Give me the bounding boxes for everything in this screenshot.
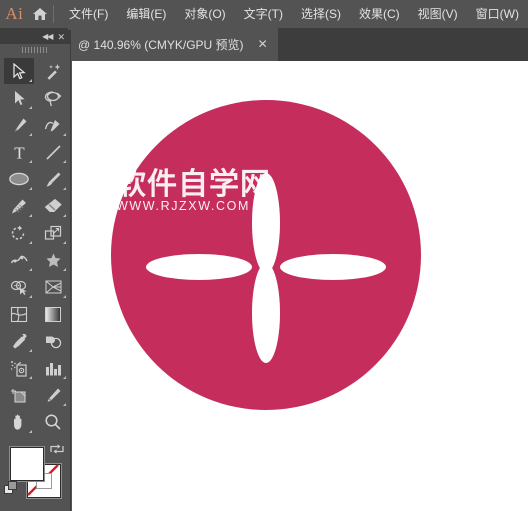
menu-edit[interactable]: 编辑(E)	[117, 0, 175, 28]
default-fill-stroke-icon[interactable]	[4, 481, 18, 495]
tool-expand-corner-icon[interactable]	[63, 403, 66, 406]
tool-expand-corner-icon[interactable]	[29, 295, 32, 298]
paintbrush-tool[interactable]	[38, 166, 68, 192]
rotate-tool[interactable]	[4, 220, 34, 246]
scale-tool[interactable]	[38, 220, 68, 246]
eyedropper-tool[interactable]	[4, 328, 34, 354]
tool-expand-corner-icon[interactable]	[29, 430, 32, 433]
tool-expand-corner-icon[interactable]	[63, 187, 66, 190]
tool-expand-corner-icon[interactable]	[29, 187, 32, 190]
home-icon[interactable]	[29, 0, 52, 28]
ai-logo: Ai	[5, 4, 24, 23]
shaper-tool[interactable]	[4, 193, 34, 219]
menu-bar: Ai 文件(F) 编辑(E) 对象(O) 文字(T) 选择(S) 效果(C) 视…	[0, 0, 528, 28]
document-tab-bar: @ 140.96% (CMYK/GPU 预览) ✕	[0, 28, 528, 61]
type-tool[interactable]: T	[4, 139, 34, 165]
selection-tool[interactable]	[4, 58, 34, 84]
tools-panel-header: ◀◀ ✕	[0, 30, 70, 44]
close-icon[interactable]: ✕	[244, 28, 278, 61]
tool-expand-corner-icon[interactable]	[29, 133, 32, 136]
menu-divider	[53, 5, 54, 23]
magic-wand-tool[interactable]	[38, 58, 68, 84]
width-tool[interactable]	[4, 247, 34, 273]
flower-logo-artwork[interactable]: 软件自学网 WWW.RJZXW.COM	[111, 100, 421, 410]
menu-window[interactable]: 窗口(W)	[467, 0, 528, 28]
tool-expand-corner-icon[interactable]	[63, 241, 66, 244]
column-graph-tool[interactable]	[38, 355, 68, 381]
zoom-tool[interactable]	[38, 409, 68, 435]
document-tab[interactable]: @ 140.96% (CMYK/GPU 预览) ✕	[68, 28, 278, 61]
tools-panel-grip[interactable]	[0, 44, 70, 56]
canvas-artboard[interactable]: 软件自学网 WWW.RJZXW.COM	[72, 61, 528, 511]
menu-effect[interactable]: 效果(C)	[350, 0, 409, 28]
perspective-grid-tool[interactable]	[38, 274, 68, 300]
grip-lines-icon	[22, 47, 48, 53]
mesh-tool[interactable]	[4, 301, 34, 327]
tool-expand-corner-icon[interactable]	[29, 349, 32, 352]
artboard-tool[interactable]	[4, 382, 34, 408]
blend-tool[interactable]	[38, 328, 68, 354]
tool-expand-corner-icon[interactable]	[63, 295, 66, 298]
menu-type[interactable]: 文字(T)	[235, 0, 292, 28]
swap-fill-stroke-icon[interactable]	[50, 443, 64, 455]
menu-items: 文件(F) 编辑(E) 对象(O) 文字(T) 选择(S) 效果(C) 视图(V…	[60, 0, 528, 28]
petal-left[interactable]	[146, 254, 252, 280]
tools-panel: ◀◀ ✕ T	[0, 30, 71, 511]
curvature-tool[interactable]	[38, 112, 68, 138]
tool-expand-corner-icon[interactable]	[63, 214, 66, 217]
slice-tool[interactable]	[38, 382, 68, 408]
eraser-tool[interactable]	[38, 193, 68, 219]
hand-tool[interactable]	[4, 409, 34, 435]
menu-object[interactable]: 对象(O)	[175, 0, 234, 28]
lasso-tool[interactable]	[38, 85, 68, 111]
tool-grid: T	[0, 56, 70, 436]
symbol-sprayer-tool[interactable]	[4, 355, 34, 381]
menu-file[interactable]: 文件(F)	[60, 0, 117, 28]
menu-select[interactable]: 选择(S)	[292, 0, 350, 28]
shape-builder-tool[interactable]	[4, 274, 34, 300]
ellipse-tool[interactable]	[4, 166, 34, 192]
fill-swatch[interactable]	[10, 447, 44, 481]
tool-expand-corner-icon[interactable]	[63, 376, 66, 379]
document-tab-title: @ 140.96% (CMYK/GPU 预览)	[78, 38, 244, 52]
line-segment-tool[interactable]	[38, 139, 68, 165]
tool-expand-corner-icon[interactable]	[29, 268, 32, 271]
tool-expand-corner-icon[interactable]	[29, 241, 32, 244]
close-icon[interactable]: ✕	[57, 30, 70, 44]
tool-expand-corner-icon[interactable]	[29, 79, 32, 82]
tool-expand-corner-icon[interactable]	[29, 160, 32, 163]
gradient-tool[interactable]	[38, 301, 68, 327]
petal-top[interactable]	[252, 173, 280, 273]
tool-expand-corner-icon[interactable]	[29, 376, 32, 379]
tool-expand-corner-icon[interactable]	[29, 214, 32, 217]
petal-bottom[interactable]	[252, 263, 280, 363]
menu-view[interactable]: 视图(V)	[409, 0, 467, 28]
tool-expand-corner-icon[interactable]	[29, 106, 32, 109]
tool-expand-corner-icon[interactable]	[63, 268, 66, 271]
illustrator-window: Ai 文件(F) 编辑(E) 对象(O) 文字(T) 选择(S) 效果(C) 视…	[0, 0, 528, 511]
tool-expand-corner-icon[interactable]	[63, 133, 66, 136]
direct-selection-tool[interactable]	[4, 85, 34, 111]
petal-right[interactable]	[280, 254, 386, 280]
svg-text:T: T	[14, 144, 25, 161]
tool-expand-corner-icon[interactable]	[63, 160, 66, 163]
collapse-icon[interactable]: ◀◀	[42, 30, 57, 44]
free-transform-tool[interactable]	[38, 247, 68, 273]
pen-tool[interactable]	[4, 112, 34, 138]
fill-stroke-swatches	[0, 439, 70, 511]
